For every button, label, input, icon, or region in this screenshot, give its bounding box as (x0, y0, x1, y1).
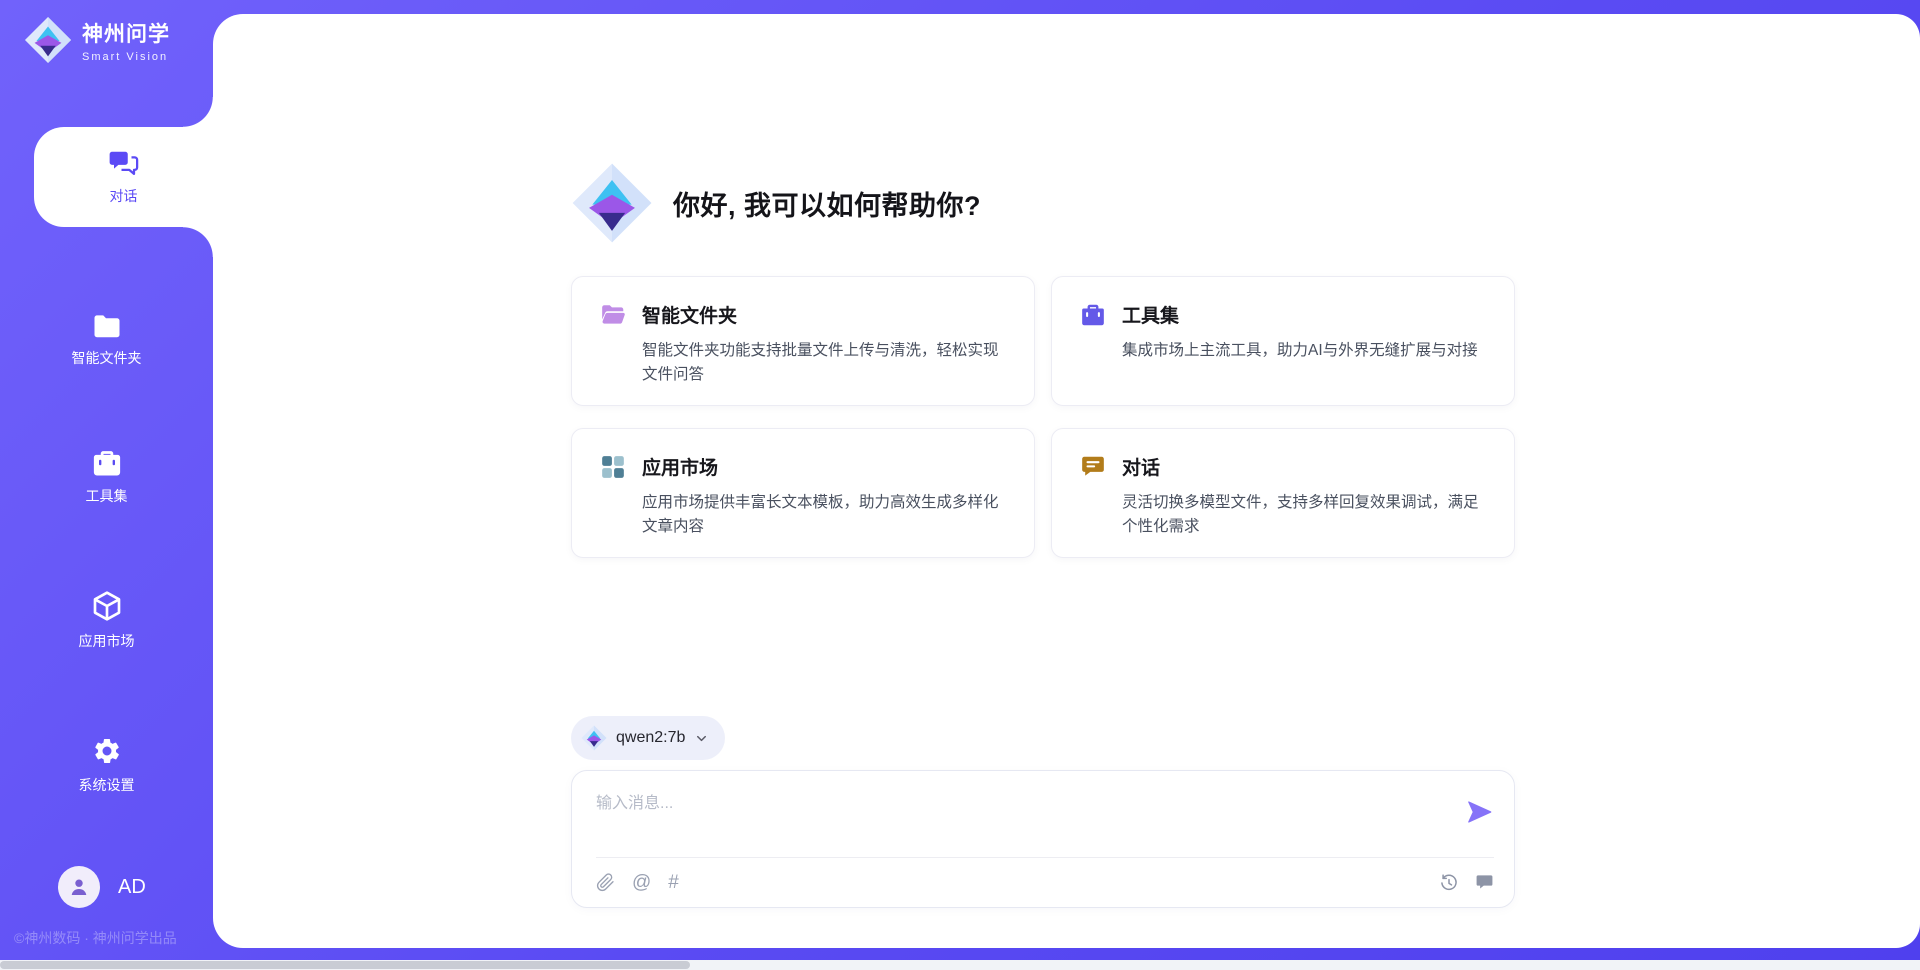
history-button[interactable] (1439, 873, 1459, 893)
message-composer: @ # (571, 770, 1515, 908)
horizontal-scrollbar-thumb[interactable] (0, 961, 690, 969)
copyright-text: ©神州数码 · 神州问学出品 (14, 928, 177, 948)
gear-icon (92, 736, 122, 766)
card-title: 应用市场 (642, 453, 718, 480)
user-name: AD (118, 876, 146, 899)
card-description: 智能文件夹功能支持批量文件上传与清洗，轻松实现文件问答 (642, 339, 1006, 387)
folder-open-icon (600, 303, 626, 327)
model-gem-icon (581, 725, 607, 751)
brand-subtitle: Smart Vision (82, 51, 170, 63)
briefcase-icon (1080, 302, 1106, 328)
greeting-row: 你好, 我可以如何帮助你? (571, 162, 981, 244)
greeting-gem-icon (571, 162, 653, 244)
horizontal-scrollbar[interactable] (0, 960, 1920, 970)
main-content: 你好, 我可以如何帮助你? 智能文件夹 智能文件夹功能支持批量文件上传与清洗，轻… (571, 14, 1515, 948)
history-icon (1439, 873, 1459, 893)
card-title: 智能文件夹 (642, 301, 737, 328)
model-selector[interactable]: qwen2:7b (571, 716, 725, 760)
sidebar-item-label: 系统设置 (79, 775, 135, 795)
chat-icon (1080, 455, 1106, 479)
comment-icon (1475, 873, 1494, 892)
card-app-market[interactable]: 应用市场 应用市场提供丰富长文本模板，助力高效生成多样化文章内容 (571, 428, 1035, 558)
card-description: 灵活切换多模型文件，支持多样回复效果调试，满足个性化需求 (1122, 491, 1486, 539)
user-icon (67, 875, 91, 899)
sidebar-item-tools[interactable]: 工具集 (0, 427, 213, 527)
avatar (58, 866, 100, 908)
grid-icon (600, 454, 626, 480)
card-title: 对话 (1122, 453, 1160, 480)
paperclip-icon (596, 873, 615, 892)
user-menu[interactable]: AD (58, 866, 146, 908)
sidebar: 神州问学 Smart Vision 对话 智能文件夹 工具 (0, 0, 213, 960)
greeting-text: 你好, 我可以如何帮助你? (673, 184, 981, 223)
card-description: 应用市场提供丰富长文本模板，助力高效生成多样化文章内容 (642, 491, 1006, 539)
message-input[interactable] (596, 789, 1446, 819)
main-panel: 你好, 我可以如何帮助你? 智能文件夹 智能文件夹功能支持批量文件上传与清洗，轻… (213, 14, 1920, 948)
chat-bubbles-icon (109, 149, 139, 177)
brand-title: 神州问学 (82, 18, 170, 48)
brand-gem-icon (24, 16, 72, 64)
mention-button[interactable]: @ (632, 873, 651, 892)
card-chat[interactable]: 对话 灵活切换多模型文件，支持多样回复效果调试，满足个性化需求 (1051, 428, 1515, 558)
attach-file-button[interactable] (596, 873, 615, 892)
sidebar-item-label: 对话 (110, 186, 138, 206)
send-icon (1466, 799, 1492, 825)
sidebar-item-chat[interactable]: 对话 (34, 127, 213, 227)
card-toolset[interactable]: 工具集 集成市场上主流工具，助力AI与外界无缝扩展与对接 (1051, 276, 1515, 406)
sidebar-item-folders[interactable]: 智能文件夹 (0, 290, 213, 390)
sidebar-item-label: 工具集 (86, 486, 128, 506)
card-smart-folders[interactable]: 智能文件夹 智能文件夹功能支持批量文件上传与清洗，轻松实现文件问答 (571, 276, 1035, 406)
card-title: 工具集 (1122, 301, 1179, 328)
composer-toolbar: @ # (596, 857, 1494, 907)
sidebar-item-label: 智能文件夹 (72, 348, 142, 368)
new-chat-button[interactable] (1475, 873, 1494, 892)
chevron-down-icon (694, 731, 709, 746)
sidebar-item-settings[interactable]: 系统设置 (0, 715, 213, 815)
feature-cards: 智能文件夹 智能文件夹功能支持批量文件上传与清洗，轻松实现文件问答 工具集 (571, 276, 1515, 558)
briefcase-icon (92, 449, 122, 477)
folder-icon (92, 313, 122, 339)
app-window: 神州问学 Smart Vision 对话 智能文件夹 工具 (0, 0, 1920, 970)
model-name: qwen2:7b (616, 729, 685, 747)
card-description: 集成市场上主流工具，助力AI与外界无缝扩展与对接 (1122, 339, 1486, 363)
send-button[interactable] (1466, 799, 1492, 825)
sidebar-item-apps[interactable]: 应用市场 (0, 570, 213, 670)
brand-logo: 神州问学 Smart Vision (24, 16, 170, 64)
cube-icon (91, 590, 123, 622)
topic-button[interactable]: # (668, 873, 679, 892)
sidebar-item-label: 应用市场 (79, 631, 135, 651)
